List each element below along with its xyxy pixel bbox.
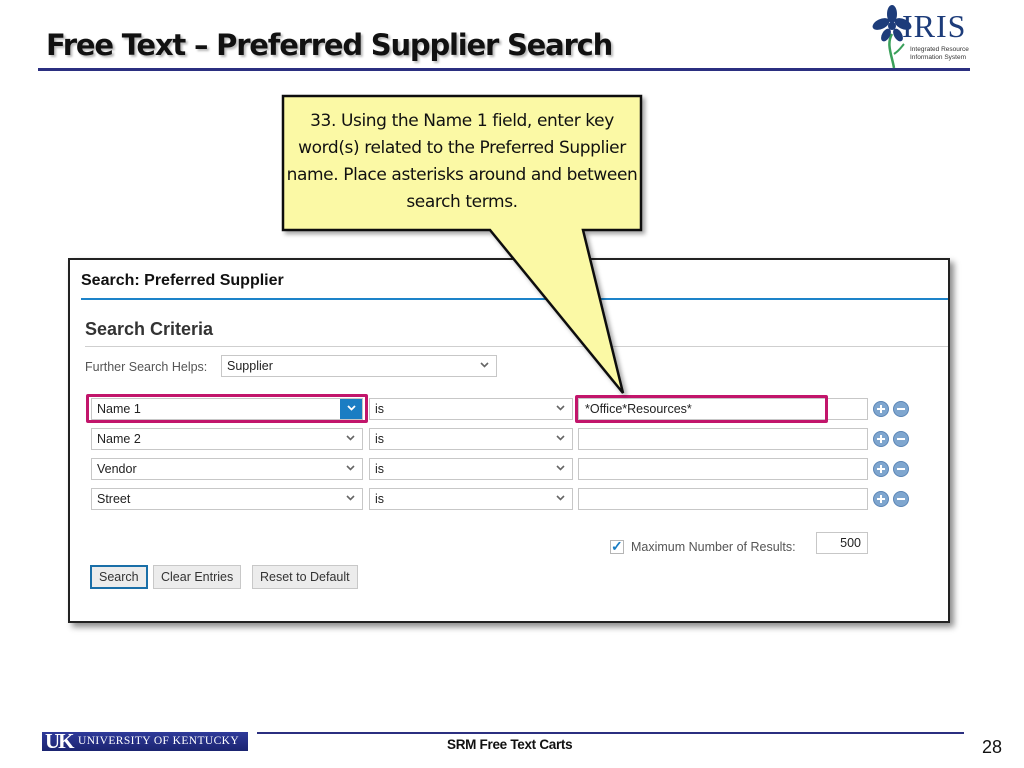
name1-highlight-box: [86, 394, 368, 423]
iris-wordmark: IRIS: [902, 8, 967, 44]
chevron-down-icon: [344, 432, 356, 446]
university-of-kentucky-logo: UK UNIVERSITY OF KENTUCKY: [42, 732, 248, 751]
chevron-down-icon: [554, 462, 566, 476]
further-search-helps-select[interactable]: Supplier: [221, 355, 497, 377]
criteria-operator-value-1: is: [375, 402, 385, 416]
value-highlight-box: [575, 395, 828, 423]
criteria-value-input-3[interactable]: [578, 458, 868, 480]
further-search-helps-label: Further Search Helps:: [85, 360, 208, 374]
max-results-label: Maximum Number of Results:: [631, 540, 796, 554]
criteria-operator-select-3[interactable]: is: [369, 458, 573, 480]
search-criteria-heading: Search Criteria: [85, 319, 214, 339]
search-button[interactable]: Search: [90, 565, 148, 589]
chevron-down-icon: [344, 462, 356, 476]
reset-to-default-button[interactable]: Reset to Default: [252, 565, 358, 589]
chevron-down-icon: [554, 492, 566, 506]
page-number: 28: [982, 737, 1003, 757]
criteria-field-value-4: Street: [97, 492, 131, 506]
checkmark-icon: ✓: [611, 538, 623, 554]
chevron-down-icon: [478, 359, 490, 373]
max-results-checkbox[interactable]: ✓: [610, 538, 624, 554]
criteria-operator-value-3: is: [375, 462, 385, 476]
criteria-operator-select-1[interactable]: is: [369, 398, 573, 420]
criteria-operator-value-4: is: [375, 492, 385, 506]
panel-title-rule: [81, 298, 948, 300]
footer-text: SRM Free Text Carts: [447, 737, 573, 752]
iris-subtitle-line2: Information System: [910, 54, 966, 61]
search-preferred-supplier-panel: Search: Preferred Supplier Search Criter…: [68, 258, 950, 623]
callout-instruction-text: 33. Using the Name 1 field, enter key wo…: [286, 111, 638, 212]
criteria-field-select-4[interactable]: Street: [91, 488, 363, 510]
further-search-helps-value: Supplier: [227, 359, 273, 373]
criteria-rule: [85, 346, 948, 347]
criteria-field-select-2[interactable]: Name 2: [91, 428, 363, 450]
remove-row-icon[interactable]: [893, 461, 909, 477]
uk-mark: UK: [45, 732, 74, 751]
iris-subtitle: Integrated Resource Information System: [910, 46, 969, 62]
remove-row-icon[interactable]: [893, 491, 909, 507]
chevron-down-icon: [554, 432, 566, 446]
add-row-icon[interactable]: [873, 431, 889, 447]
remove-row-icon[interactable]: [893, 401, 909, 417]
title-rule: [38, 68, 970, 71]
add-row-icon[interactable]: [873, 491, 889, 507]
add-row-icon[interactable]: [873, 401, 889, 417]
iris-subtitle-line1: Integrated Resource: [910, 46, 969, 53]
criteria-value-input-4[interactable]: [578, 488, 868, 510]
clear-entries-button[interactable]: Clear Entries: [153, 565, 242, 589]
chevron-down-icon: [344, 492, 356, 506]
criteria-operator-select-2[interactable]: is: [369, 428, 573, 450]
max-results-input[interactable]: 500: [816, 532, 868, 554]
footer-rule: [257, 732, 964, 734]
iris-logo: IRIS Integrated Resource Information Sys…: [872, 4, 982, 70]
criteria-field-select-3[interactable]: Vendor: [91, 458, 363, 480]
uk-name: UNIVERSITY OF KENTUCKY: [78, 735, 240, 747]
criteria-value-input-2[interactable]: [578, 428, 868, 450]
remove-row-icon[interactable]: [893, 431, 909, 447]
criteria-operator-value-2: is: [375, 432, 385, 446]
criteria-field-value-3: Vendor: [97, 462, 137, 476]
slide-title: Free Text – Preferred Supplier Search: [46, 28, 613, 62]
criteria-operator-select-4[interactable]: is: [369, 488, 573, 510]
panel-title: Search: Preferred Supplier: [81, 272, 284, 289]
chevron-down-icon: [554, 402, 566, 416]
criteria-field-value-2: Name 2: [97, 432, 141, 446]
add-row-icon[interactable]: [873, 461, 889, 477]
